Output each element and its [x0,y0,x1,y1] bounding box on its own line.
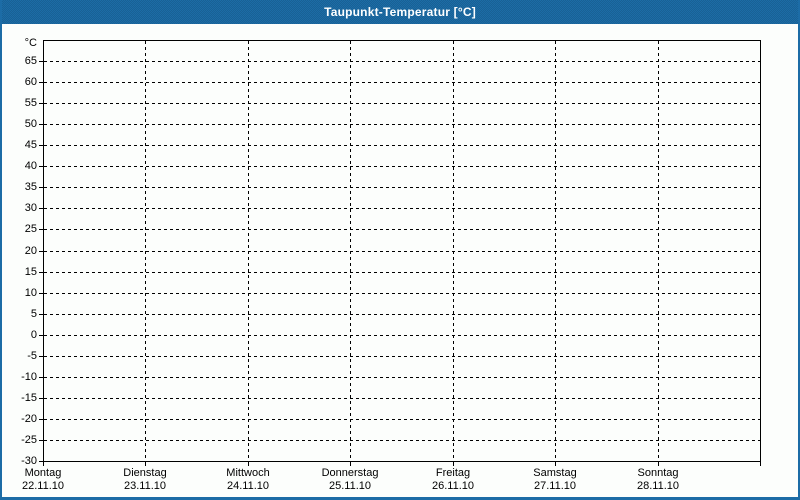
y-axis-tick-label: 60 [24,76,37,88]
x-axis-date-label: 26.11.10 [431,480,474,492]
chart-window: Taupunkt-Temperatur [°C] °C 65 60 55 50 45 40… [0,0,800,500]
plot-area [43,40,761,462]
y-axis-tick-label: 45 [24,139,37,151]
x-axis-tick [658,462,659,466]
y-axis-tick-label: -20 [21,413,37,425]
y-axis-tick-label: 55 [24,97,37,109]
y-axis-tick-label: 40 [24,160,37,172]
x-axis-day-label: Dienstag [123,467,167,479]
x-axis-day-label: Sonntag [637,467,679,479]
y-axis-tick-label: 0 [30,329,37,341]
y-axis-tick-label: -5 [27,350,37,362]
window-titlebar: Taupunkt-Temperatur [°C] [2,0,798,24]
y-axis-tick-label: 10 [24,287,37,299]
x-axis-date-label: 23.11.10 [123,480,166,492]
x-axis-tick [760,462,761,466]
y-axis-tick-label: 50 [24,118,37,130]
x-axis-day-label: Donnerstag [321,467,379,479]
y-axis-tick-label: -10 [21,371,37,383]
y-axis-tick-label: -25 [21,434,37,446]
x-axis-date-label: 28.11.10 [636,480,679,492]
x-axis-day-label: Samstag [533,467,577,479]
x-axis-day-label: Mittwoch [226,467,270,479]
x-axis-day-label: Freitag [435,467,471,479]
x-axis-tick [453,462,454,466]
x-axis-date-label: 22.11.10 [21,480,64,492]
x-axis-tick [145,462,146,466]
y-axis-tick-label: 5 [30,308,37,320]
y-axis-tick-label: 25 [24,223,37,235]
y-axis-tick-label: 20 [24,245,37,257]
x-axis-tick [248,462,249,466]
x-axis-date-label: 27.11.10 [533,480,576,492]
x-axis-tick [350,462,351,466]
y-axis-tick-label: 30 [24,202,37,214]
window-title: Taupunkt-Temperatur [°C] [324,5,476,19]
y-axis-tick-label: -30 [21,455,37,467]
y-axis-tick-label: 35 [24,181,37,193]
x-axis-date-label: 25.11.10 [328,480,371,492]
y-axis-tick-label: 15 [24,266,37,278]
x-axis-tick [43,462,44,466]
y-axis-tick-label: 65 [24,55,37,67]
x-axis-date-label: 24.11.10 [226,480,269,492]
x-axis-day-label: Montag [24,467,62,479]
x-axis-tick [555,462,556,466]
y-axis-unit-label: °C [24,37,37,49]
y-axis-tick-label: -15 [21,392,37,404]
